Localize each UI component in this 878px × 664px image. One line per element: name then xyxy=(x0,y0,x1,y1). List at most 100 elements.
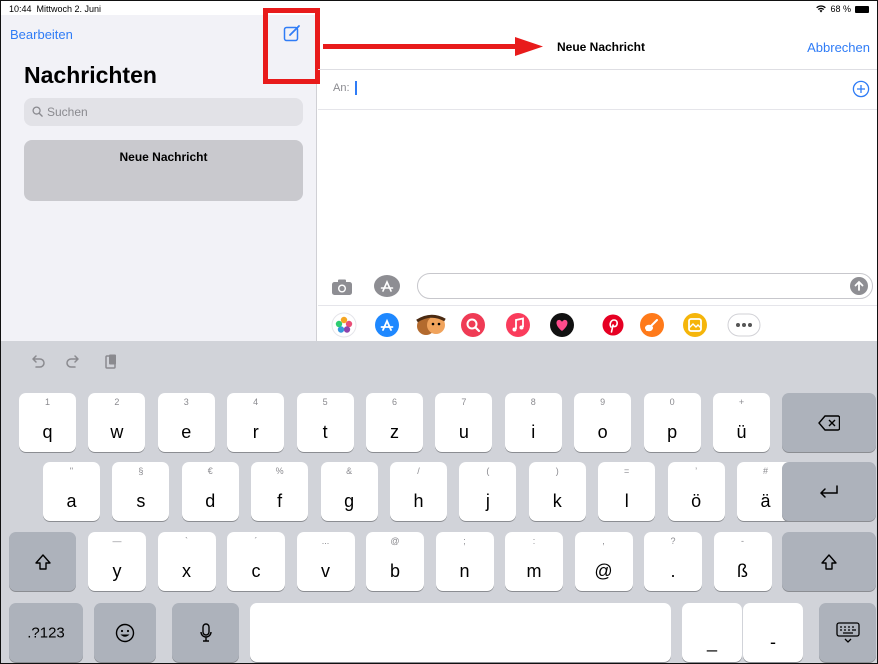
key-.[interactable]: ?. xyxy=(644,532,702,591)
key-j[interactable]: (j xyxy=(459,462,517,521)
to-label: An: xyxy=(333,82,350,94)
key-hint: § xyxy=(138,466,144,476)
key-m[interactable]: :m xyxy=(505,532,563,591)
underscore-key[interactable]: _ xyxy=(682,603,742,662)
photos-icon[interactable] xyxy=(331,312,357,338)
key-h[interactable]: / h xyxy=(390,462,447,521)
key-d[interactable]: € d xyxy=(181,462,239,521)
key-label: ß xyxy=(737,561,748,581)
key-label: e xyxy=(181,422,192,442)
undo-icon[interactable] xyxy=(28,353,46,371)
shift-key-left[interactable] xyxy=(9,532,76,591)
key-k[interactable]: ) k xyxy=(528,462,586,521)
image-search-icon[interactable] xyxy=(460,312,486,338)
key-g[interactable]: & g xyxy=(320,462,378,521)
shift-key-right[interactable] xyxy=(782,532,876,591)
key-label: m xyxy=(526,561,542,581)
key-label: j xyxy=(485,491,490,511)
key-u[interactable]: 7u xyxy=(435,393,493,452)
key-q[interactable]: 1q xyxy=(19,393,76,452)
key-p[interactable]: 0p xyxy=(643,393,701,452)
compose-highlight-box xyxy=(263,8,320,84)
key-f[interactable]: % f xyxy=(251,462,309,521)
key-hint: € xyxy=(207,466,213,476)
key-v[interactable]: ... v xyxy=(296,532,355,591)
key-w[interactable]: 2w xyxy=(88,393,146,452)
paste-icon[interactable] xyxy=(102,353,120,371)
key-t[interactable]: 5t xyxy=(296,393,354,452)
return-key[interactable] xyxy=(782,462,876,521)
memoji-icon[interactable] xyxy=(414,312,448,338)
key-@[interactable]: , @ xyxy=(574,532,633,591)
key-label: r xyxy=(252,422,259,442)
pinterest-icon[interactable] xyxy=(600,312,626,338)
annotation-arrow xyxy=(323,37,543,56)
redo-icon[interactable] xyxy=(65,353,83,371)
key-o[interactable]: 9o xyxy=(574,393,632,452)
search-field[interactable]: Suchen xyxy=(24,98,303,126)
ipad-screen: 10:44 Mittwoch 2. Juni 68 % Bearbeiten Na… xyxy=(0,0,878,664)
key-r[interactable]: 4r xyxy=(227,393,285,452)
key-label: w xyxy=(110,422,124,442)
onscreen-keyboard: 1 q 2 w 3 e 4 r 5 t 6 z 7 u 8 i 9 o 0 p + ü " a § s € d% f & g / h(j) k = l… xyxy=(1,341,877,663)
key-label: ö xyxy=(691,491,702,511)
key-e[interactable]: 3e xyxy=(157,393,215,452)
key-z[interactable]: 6z xyxy=(366,393,423,452)
key-label: u xyxy=(458,422,469,442)
edit-button[interactable]: Bearbeiten xyxy=(10,27,73,42)
more-icon[interactable] xyxy=(727,312,761,338)
key-i[interactable]: 8i xyxy=(504,393,562,452)
appstore-icon[interactable] xyxy=(374,312,400,338)
conversation-title: Neue Nachricht xyxy=(119,150,208,164)
key-label: t xyxy=(322,422,328,442)
key-hint: ... xyxy=(321,536,330,546)
key-c[interactable]: ´ c xyxy=(227,532,285,591)
key-label: ü xyxy=(736,422,747,442)
conversation-list-item[interactable]: Neue Nachricht xyxy=(24,140,303,201)
key-n[interactable]: ; n xyxy=(435,532,494,591)
send-arrow-icon[interactable] xyxy=(850,277,868,295)
app-store-button-icon[interactable] xyxy=(373,274,401,298)
space-key[interactable] xyxy=(250,603,671,662)
key-hint: " xyxy=(69,466,74,476)
delete-icon xyxy=(818,414,840,431)
key-y[interactable]: — y xyxy=(88,532,146,591)
key-l[interactable]: = l xyxy=(598,462,656,521)
key-label: v xyxy=(321,561,330,581)
dismiss-keyboard-key[interactable] xyxy=(819,603,876,662)
key-ö[interactable]: ’ ö xyxy=(667,462,725,521)
key-label: i xyxy=(531,422,536,442)
key-hint: ( xyxy=(486,466,490,476)
dash-key[interactable]: - xyxy=(743,603,803,662)
key-x[interactable]: ` x xyxy=(157,532,216,591)
stickers-icon[interactable] xyxy=(682,312,708,338)
numbers-key[interactable]: .?123 xyxy=(9,603,83,662)
camera-icon[interactable] xyxy=(331,278,353,296)
key-a[interactable]: " a xyxy=(43,462,100,521)
key-b[interactable]: @ b xyxy=(366,532,424,591)
key-ü[interactable]: + ü xyxy=(713,393,770,452)
key-s[interactable]: § s xyxy=(112,462,170,521)
key-hint: : xyxy=(532,536,536,546)
key-hint: 2 xyxy=(114,397,120,407)
garageband-icon[interactable] xyxy=(639,312,665,338)
key-ß[interactable]: -ß xyxy=(713,532,772,591)
key-label: n xyxy=(459,561,470,581)
message-input[interactable] xyxy=(417,273,873,299)
key-label: a xyxy=(66,491,77,511)
key-hint: ) xyxy=(555,466,559,476)
to-field-caret[interactable] xyxy=(355,81,357,95)
emoji-icon xyxy=(115,623,135,642)
key-label: f xyxy=(277,491,283,511)
add-contact-icon[interactable] xyxy=(852,80,870,98)
music-icon[interactable] xyxy=(505,312,531,338)
status-time: 10:44 xyxy=(9,4,32,14)
key-label: . xyxy=(670,561,676,581)
emoji-key[interactable] xyxy=(94,603,156,662)
dictation-key[interactable] xyxy=(172,603,239,662)
cancel-button[interactable]: Abbrechen xyxy=(807,40,870,55)
backspace-key[interactable] xyxy=(782,393,876,452)
digital-touch-icon[interactable] xyxy=(549,312,575,338)
search-icon xyxy=(32,106,43,117)
compose-title: Neue Nachricht xyxy=(556,40,646,54)
